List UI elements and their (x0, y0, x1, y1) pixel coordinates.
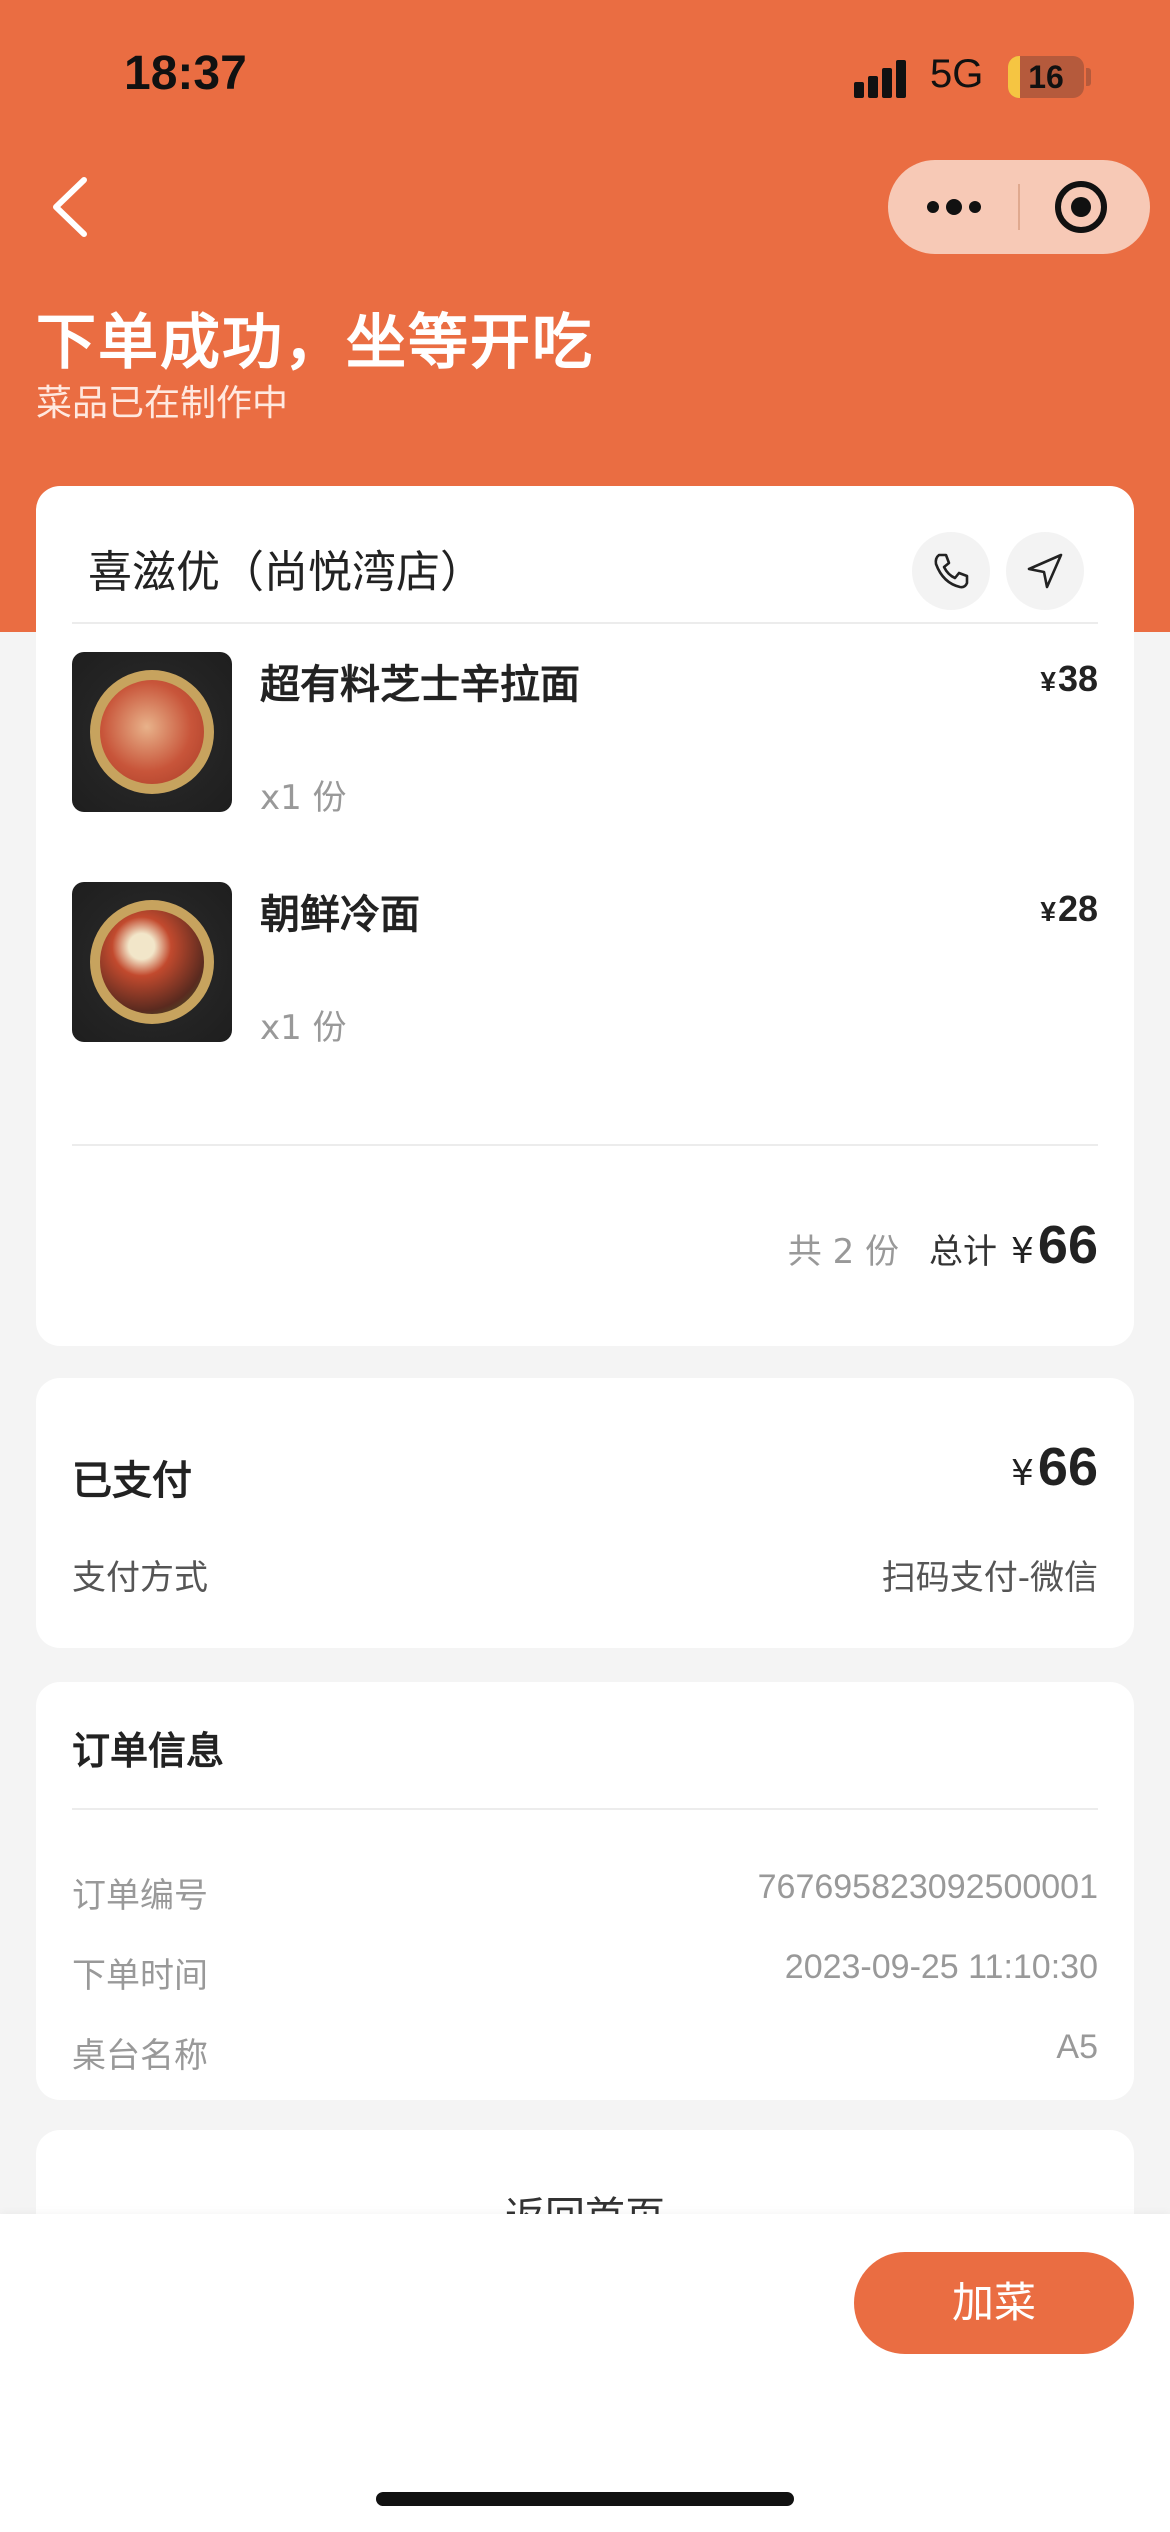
more-icon (927, 199, 981, 215)
battery-level: 16 (1028, 59, 1064, 95)
payment-method-value: 扫码支付-微信 (881, 1558, 1098, 1598)
info-label: 下单时间 (72, 1956, 208, 1996)
payment-card: 已支付 ¥ 66 支付方式 扫码支付-微信 (36, 1378, 1134, 1648)
dish-item: 超有料芝士辛拉面 x1 份 ¥38 (72, 652, 1098, 818)
order-info-title: 订单信息 (72, 1729, 225, 1773)
paid-amount-value: 66 (1037, 1437, 1098, 1497)
shop-name: 喜滋优（尚悦湾店） (88, 547, 484, 598)
battery-icon: 16 (1008, 56, 1084, 98)
close-button[interactable] (1054, 180, 1108, 234)
payment-status: 已支付 (72, 1458, 192, 1504)
currency-symbol: ¥ (1040, 666, 1056, 697)
dish-price-value: 38 (1057, 658, 1098, 699)
info-value: A5 (1056, 2028, 1098, 2066)
total-value: 66 (1037, 1215, 1098, 1275)
close-target-icon (1055, 181, 1107, 233)
info-row-order-number: 订单编号 767695823092500001 (72, 1868, 1098, 1918)
signal-icon (854, 60, 914, 98)
dish-price-value: 28 (1057, 888, 1098, 929)
mini-program-capsule (888, 160, 1150, 254)
currency-symbol: ¥ (1011, 1231, 1034, 1272)
add-dish-button[interactable]: 加菜 (854, 2252, 1134, 2354)
capsule-divider (1018, 184, 1020, 230)
divider (72, 1144, 1098, 1146)
dish-image (72, 652, 232, 812)
network-type: 5G (930, 52, 984, 96)
more-button[interactable] (924, 182, 984, 232)
divider (72, 1808, 1098, 1810)
order-card: 喜滋优（尚悦湾店） 超有料芝士辛拉面 x1 份 ¥38 朝鲜冷面 x1 份 ¥2… (36, 486, 1134, 1346)
phone-icon (934, 553, 969, 589)
divider (72, 622, 1098, 624)
page-subtitle: 菜品已在制作中 (36, 383, 289, 424)
dish-name: 超有料芝士辛拉面 (260, 662, 580, 708)
dish-item: 朝鲜冷面 x1 份 ¥28 (72, 882, 1098, 1048)
navigate-icon (1027, 553, 1063, 589)
call-shop-button[interactable] (912, 532, 990, 610)
dish-quantity: x1 份 (260, 1008, 347, 1048)
info-label: 订单编号 (72, 1876, 208, 1916)
battery-tip (1086, 68, 1091, 86)
total-label: 总计 (929, 1232, 998, 1272)
currency-symbol: ¥ (1040, 896, 1056, 927)
info-value: 2023-09-25 11:10:30 (784, 1948, 1098, 1986)
dish-name: 朝鲜冷面 (260, 892, 420, 938)
dish-price: ¥38 (1040, 658, 1098, 700)
dish-quantity: x1 份 (260, 778, 347, 818)
info-row-table-name: 桌台名称 A5 (72, 2028, 1098, 2078)
navigate-button[interactable] (1006, 532, 1084, 610)
payment-method-label: 支付方式 (72, 1558, 208, 1598)
order-info-card: 订单信息 订单编号 767695823092500001 下单时间 2023-0… (36, 1682, 1134, 2100)
back-icon (53, 177, 87, 237)
info-row-order-time: 下单时间 2023-09-25 11:10:30 (72, 1948, 1098, 1998)
page-title: 下单成功，坐等开吃 (36, 308, 594, 378)
dish-image (72, 882, 232, 1042)
status-time: 18:37 (124, 47, 247, 100)
back-button[interactable] (44, 172, 104, 242)
currency-symbol: ¥ (1011, 1453, 1034, 1494)
paid-amount: ¥ 66 (1011, 1436, 1098, 1498)
item-count: 共 2 份 (787, 1232, 900, 1272)
info-label: 桌台名称 (72, 2036, 208, 2076)
home-indicator (376, 2492, 794, 2506)
dish-price: ¥28 (1040, 888, 1098, 930)
order-summary: 共 2 份 总计 ¥ 66 (788, 1214, 1098, 1276)
info-value: 767695823092500001 (757, 1868, 1098, 1906)
